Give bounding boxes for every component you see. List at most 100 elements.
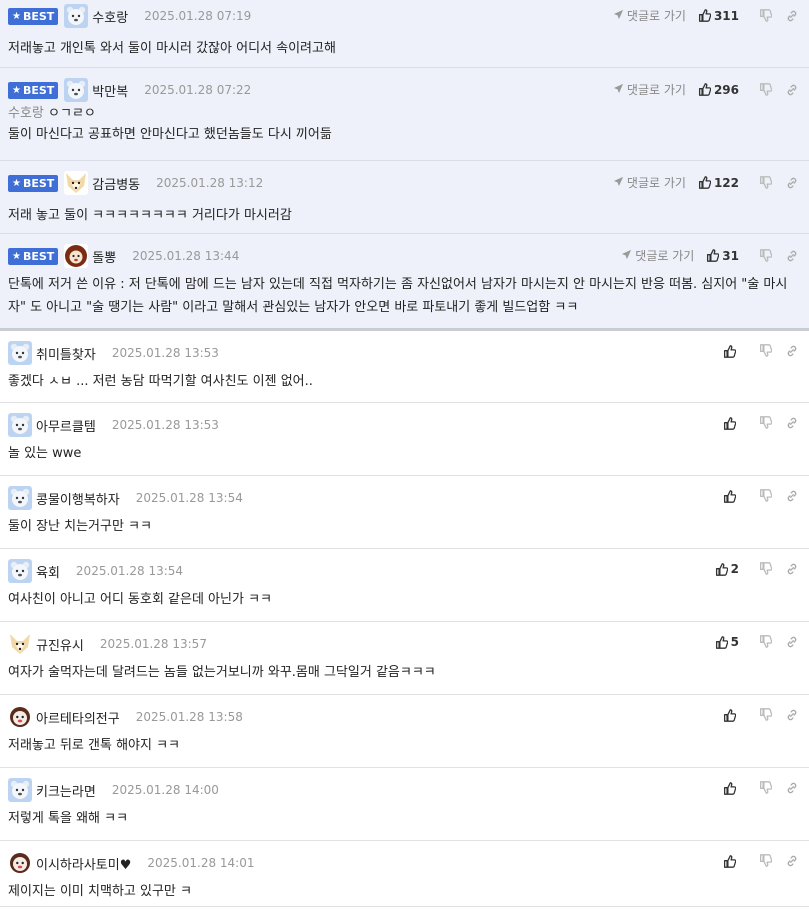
thumbs-up-icon: [723, 489, 739, 503]
like-button[interactable]: [723, 489, 739, 503]
nickname[interactable]: 감금병동: [92, 174, 140, 193]
go-to-reply-link[interactable]: 댓글로 가기: [613, 7, 686, 24]
dislike-button[interactable]: [759, 635, 773, 649]
share-link-icon[interactable]: [785, 562, 799, 576]
nickname[interactable]: 박만복: [92, 81, 128, 100]
like-count: 5: [730, 635, 739, 649]
best-comment: ★ BEST 감금병동 2025.01.28 13:12 댓글로 가기 122 저래 놓고 …: [0, 161, 809, 234]
nickname[interactable]: 육회: [36, 562, 60, 581]
bear-avatar[interactable]: [64, 4, 89, 28]
thumbs-up-icon: [723, 708, 739, 722]
fox-avatar[interactable]: [64, 171, 89, 195]
like-button[interactable]: 122: [698, 176, 739, 190]
bear-avatar[interactable]: [64, 78, 89, 102]
comment-actions: [723, 781, 799, 795]
reply-link-label: 댓글로 가기: [626, 176, 686, 190]
comment-actions: [723, 416, 799, 430]
like-button[interactable]: 31: [706, 249, 739, 263]
like-button[interactable]: [723, 344, 739, 358]
share-link-icon[interactable]: [785, 176, 799, 190]
comment-actions: 2: [715, 562, 799, 576]
comment-item: 육회 2025.01.28 13:54 2 여사친이 아니고 어디 동호회 같은데 아…: [0, 549, 809, 622]
dislike-button[interactable]: [759, 562, 773, 576]
go-to-reply-link[interactable]: 댓글로 가기: [613, 81, 686, 98]
share-link-icon[interactable]: [785, 781, 799, 795]
dislike-button[interactable]: [759, 416, 773, 430]
like-button[interactable]: 5: [715, 635, 739, 649]
like-button[interactable]: [723, 708, 739, 722]
nickname[interactable]: 취미틀찾자: [36, 344, 96, 363]
dislike-button[interactable]: [759, 82, 773, 97]
comment-header: ★ BEST 수호랑 2025.01.28 07:19 댓글로 가기 311: [8, 0, 801, 28]
best-badge-label: BEST: [22, 249, 55, 263]
share-link-icon[interactable]: [785, 489, 799, 503]
comment-header: 취미틀찾자 2025.01.28 13:53: [8, 331, 801, 365]
nickname[interactable]: 키크는라면: [36, 781, 96, 800]
comment-header: 키크는라면 2025.01.28 14:00: [8, 768, 801, 802]
share-link-icon[interactable]: [785, 854, 799, 868]
comment-header: 이시하라사토미♥ 2025.01.28 14:01: [8, 841, 801, 875]
share-link-icon[interactable]: [785, 83, 799, 97]
dislike-button[interactable]: [759, 489, 773, 503]
dislike-button[interactable]: [759, 781, 773, 795]
bear-avatar[interactable]: [8, 486, 32, 510]
nickname[interactable]: 규진유시: [36, 635, 84, 654]
dislike-button[interactable]: [759, 344, 773, 358]
nickname[interactable]: 아무르클템: [36, 416, 96, 435]
dislike-button[interactable]: [759, 854, 773, 868]
nickname[interactable]: 아르테타의전구: [36, 708, 120, 727]
thumbs-up-icon: [715, 635, 731, 649]
bear-avatar[interactable]: [8, 341, 32, 365]
comment-actions: 댓글로 가기 296: [613, 81, 799, 98]
dislike-button[interactable]: [759, 8, 773, 23]
bear-avatar[interactable]: [8, 559, 32, 583]
comment-header: ★ BEST 박만복 2025.01.28 07:22 댓글로 가기 296: [8, 68, 801, 102]
comment-date: 2025.01.28 07:22: [144, 83, 252, 97]
share-link-icon[interactable]: [785, 249, 799, 263]
nickname[interactable]: 콩물이행복하자: [36, 489, 120, 508]
nickname[interactable]: 돌뽕: [92, 247, 116, 266]
reply-link-label: 댓글로 가기: [635, 249, 695, 263]
reply-link-label: 댓글로 가기: [626, 9, 686, 23]
comment-date: 2025.01.28 14:00: [111, 783, 219, 797]
share-link-icon[interactable]: [785, 9, 799, 23]
share-link-icon[interactable]: [785, 708, 799, 722]
nickname[interactable]: 이시하라사토미♥: [36, 854, 131, 873]
like-button[interactable]: 311: [698, 9, 739, 23]
dislike-button[interactable]: [759, 708, 773, 722]
like-button[interactable]: 296: [698, 83, 739, 97]
thumbs-up-icon: [715, 562, 731, 576]
share-link-icon[interactable]: [785, 416, 799, 430]
comment-text: 여사친이 아니고 어디 동호회 같은데 아닌가 ㅋㅋ: [8, 592, 272, 607]
reply-arrow-icon: [613, 83, 627, 97]
share-link-icon[interactable]: [785, 344, 799, 358]
comment-date: 2025.01.28 13:53: [111, 418, 219, 432]
best-comment: ★ BEST 수호랑 2025.01.28 07:19 댓글로 가기 311 저래놓고 개인…: [0, 0, 809, 68]
comment-actions: 댓글로 가기 311: [613, 7, 799, 24]
like-count: 311: [713, 8, 739, 23]
comment-text: 단톡에 저거 쓴 이유 : 저 단톡에 맘에 드는 남자 있는데 직접 먹자하기…: [8, 277, 788, 315]
comment-text: 저렇게 톡을 왜해 ㅋㅋ: [8, 811, 129, 826]
dog-avatar[interactable]: [8, 705, 32, 729]
bear-avatar[interactable]: [8, 778, 32, 802]
share-link-icon[interactable]: [785, 635, 799, 649]
like-button[interactable]: [723, 781, 739, 795]
like-button[interactable]: 2: [715, 562, 739, 576]
fox-avatar[interactable]: [8, 632, 32, 656]
like-button[interactable]: [723, 854, 739, 868]
best-comment: ★ BEST 돌뽕 2025.01.28 13:44 댓글로 가기 31 단톡에 저거 쓴 …: [0, 234, 809, 331]
lion-avatar[interactable]: [64, 244, 89, 268]
like-button[interactable]: [723, 416, 739, 430]
go-to-reply-link[interactable]: 댓글로 가기: [621, 247, 694, 264]
best-badge: ★ BEST: [8, 7, 59, 25]
comment-header: 아르테타의전구 2025.01.28 13:58: [8, 695, 801, 729]
dislike-button[interactable]: [759, 175, 773, 190]
dog-avatar[interactable]: [8, 851, 32, 875]
nickname[interactable]: 수호랑: [92, 7, 128, 26]
go-to-reply-link[interactable]: 댓글로 가기: [613, 174, 686, 191]
dislike-button[interactable]: [759, 248, 773, 263]
like-count: 2: [730, 562, 739, 576]
bear-avatar[interactable]: [8, 413, 32, 437]
comment-item: 아무르클템 2025.01.28 13:53 놀 있는 wwe: [0, 403, 809, 476]
star-icon: ★: [12, 177, 21, 189]
